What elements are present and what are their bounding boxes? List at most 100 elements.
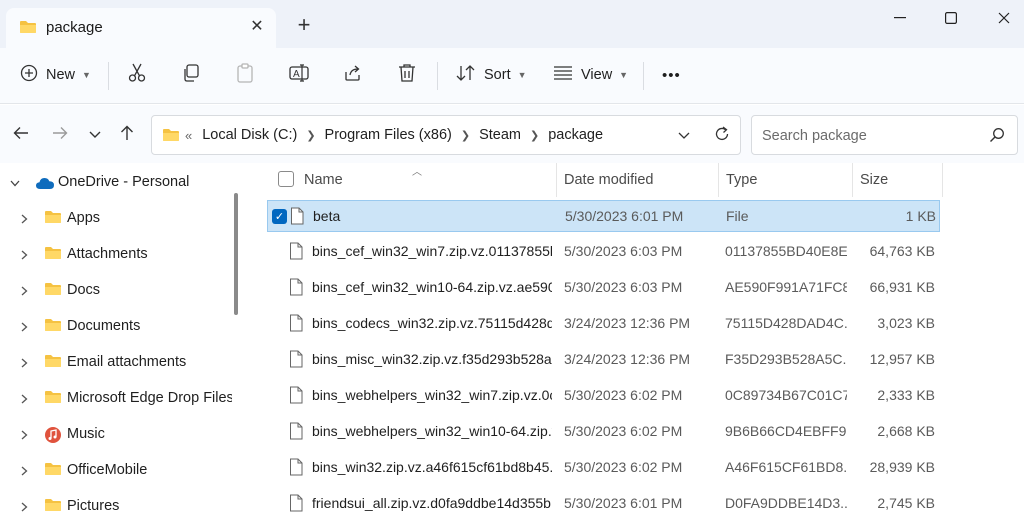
refresh-button[interactable]	[712, 125, 732, 145]
column-header-date[interactable]: Date modified	[564, 172, 653, 188]
chevron-right-icon[interactable]: ❯	[530, 129, 539, 142]
share-button[interactable]	[343, 60, 363, 90]
tab-package[interactable]: package ✕	[6, 8, 276, 48]
sidebar-item-pictures[interactable]: Pictures	[0, 489, 232, 513]
file-name: friendsui_all.zip.vz.d0fa9ddbe14d355b...	[312, 495, 552, 511]
chevron-right-icon[interactable]	[18, 429, 30, 441]
chevron-right-icon[interactable]	[18, 285, 30, 297]
table-row[interactable]: friendsui_all.zip.vz.d0fa9ddbe14d355b...…	[267, 488, 940, 513]
more-options-button[interactable]: •••	[662, 60, 681, 90]
table-row[interactable]: bins_misc_win32.zip.vz.f35d293b528a5... 3…	[267, 344, 940, 376]
search-icon[interactable]	[989, 127, 1005, 146]
new-button[interactable]: New ▼	[20, 60, 91, 90]
sidebar-item-officemobile[interactable]: OfficeMobile	[0, 453, 232, 489]
copy-button[interactable]	[182, 60, 200, 90]
sidebar-item-docs[interactable]: Docs	[0, 273, 232, 309]
chevron-right-icon[interactable]: ❯	[306, 129, 315, 142]
sidebar-item-documents[interactable]: Documents	[0, 309, 232, 345]
sidebar-item-label: Documents	[67, 318, 141, 334]
chevron-right-icon[interactable]	[18, 465, 30, 477]
row-checkbox[interactable]: ✓	[272, 209, 287, 224]
file-size: 2,745 KB	[877, 495, 935, 511]
address-bar[interactable]: « Local Disk (C:) ❯ Program Files (x86) …	[151, 115, 741, 155]
table-row[interactable]: bins_webhelpers_win32_win7.zip.vz.0c... 5…	[267, 380, 940, 412]
file-name: bins_webhelpers_win32_win7.zip.vz.0c...	[312, 387, 552, 403]
sidebar-item-label: Apps	[67, 210, 101, 226]
recent-locations-button[interactable]	[83, 122, 107, 146]
close-button[interactable]	[984, 4, 1024, 32]
cut-button[interactable]	[128, 60, 146, 90]
breadcrumb-program-files[interactable]: Program Files (x86)	[325, 127, 452, 143]
sidebar-item-music[interactable]: Music	[0, 417, 232, 453]
chevron-right-icon[interactable]	[18, 321, 30, 333]
sidebar-scrollbar[interactable]	[234, 193, 238, 315]
column-divider[interactable]	[718, 163, 719, 197]
sort-button[interactable]: Sort ▼	[456, 60, 527, 90]
chevron-right-icon[interactable]	[18, 501, 30, 513]
file-name: beta	[313, 208, 341, 224]
rename-button[interactable]: A	[289, 60, 309, 90]
paste-button[interactable]	[236, 60, 254, 90]
file-icon	[289, 278, 303, 299]
arrow-right-icon	[52, 126, 68, 143]
breadcrumb-overflow[interactable]: «	[185, 128, 192, 143]
column-divider[interactable]	[942, 163, 943, 197]
divider	[643, 62, 644, 90]
file-type: 9B6B66CD4EBFF9...	[725, 423, 847, 439]
chevron-down-icon: ▼	[517, 70, 527, 80]
sidebar-item-email-attachments[interactable]: Email attachments	[0, 345, 232, 381]
breadcrumb-steam[interactable]: Steam	[479, 127, 521, 143]
music-icon	[44, 426, 62, 447]
column-divider[interactable]	[852, 163, 853, 197]
delete-button[interactable]	[398, 60, 416, 90]
search-input[interactable]	[762, 126, 982, 146]
view-button[interactable]: View ▼	[553, 60, 628, 90]
forward-button[interactable]	[48, 122, 72, 146]
select-all-checkbox[interactable]	[278, 171, 294, 187]
file-type: 75115D428DAD4C...	[725, 315, 847, 331]
chevron-right-icon[interactable]	[18, 213, 30, 225]
chevron-right-icon[interactable]	[18, 357, 30, 369]
chevron-right-icon[interactable]	[18, 249, 30, 261]
file-size: 2,333 KB	[877, 387, 935, 403]
column-header-type[interactable]: Type	[726, 172, 757, 188]
chevron-right-icon[interactable]: ❯	[461, 129, 470, 142]
column-divider[interactable]	[556, 163, 557, 197]
file-type: File	[726, 208, 749, 224]
tab-close-icon[interactable]: ✕	[246, 16, 268, 38]
breadcrumb-package[interactable]: package	[548, 127, 603, 143]
breadcrumb-local-disk[interactable]: Local Disk (C:)	[202, 127, 297, 143]
minimize-button[interactable]	[880, 4, 920, 32]
title-bar: package ✕ +	[0, 0, 1024, 48]
file-icon	[289, 242, 303, 263]
table-row[interactable]: bins_webhelpers_win32_win10-64.zip.v... 5…	[267, 416, 940, 448]
column-header-size[interactable]: Size	[860, 172, 888, 188]
chevron-down-icon[interactable]	[9, 177, 21, 189]
new-tab-icon[interactable]: +	[292, 14, 316, 38]
table-row[interactable]: bins_win32.zip.vz.a46f615cf61bd8b45... 5/…	[267, 452, 940, 484]
table-row[interactable]: ✓ beta 5/30/2023 6:01 PM File 1 KB	[267, 200, 940, 232]
table-row[interactable]: bins_cef_win32_win10-64.zip.vz.ae590f...…	[267, 272, 940, 304]
up-button[interactable]	[115, 122, 139, 146]
chevron-right-icon[interactable]	[18, 393, 30, 405]
breadcrumb: « Local Disk (C:) ❯ Program Files (x86) …	[185, 127, 603, 143]
file-name: bins_cef_win32_win10-64.zip.vz.ae590f...	[312, 279, 552, 295]
sidebar-item-attachments[interactable]: Attachments	[0, 237, 232, 273]
file-date-modified: 5/30/2023 6:02 PM	[564, 459, 683, 475]
file-date-modified: 5/30/2023 6:02 PM	[564, 387, 683, 403]
column-header-name[interactable]: Name	[304, 172, 343, 188]
sort-icon	[456, 64, 476, 86]
view-icon	[553, 65, 573, 85]
sidebar-item-onedrive[interactable]: OneDrive - Personal	[0, 165, 232, 201]
tab-title: package	[46, 19, 103, 36]
table-row[interactable]: bins_cef_win32_win7.zip.vz.01137855b... 5…	[267, 236, 940, 268]
address-history-button[interactable]	[675, 126, 693, 144]
back-button[interactable]	[9, 122, 33, 146]
table-row[interactable]: bins_codecs_win32.zip.vz.75115d428d... 3/…	[267, 308, 940, 340]
folder-icon	[44, 354, 62, 371]
chevron-down-icon: ▼	[82, 70, 91, 80]
file-name: bins_misc_win32.zip.vz.f35d293b528a5...	[312, 351, 552, 367]
sidebar-item-microsoft-edge-drop-files[interactable]: Microsoft Edge Drop Files	[0, 381, 232, 417]
sidebar-item-apps[interactable]: Apps	[0, 201, 232, 237]
maximize-button[interactable]	[931, 4, 971, 32]
